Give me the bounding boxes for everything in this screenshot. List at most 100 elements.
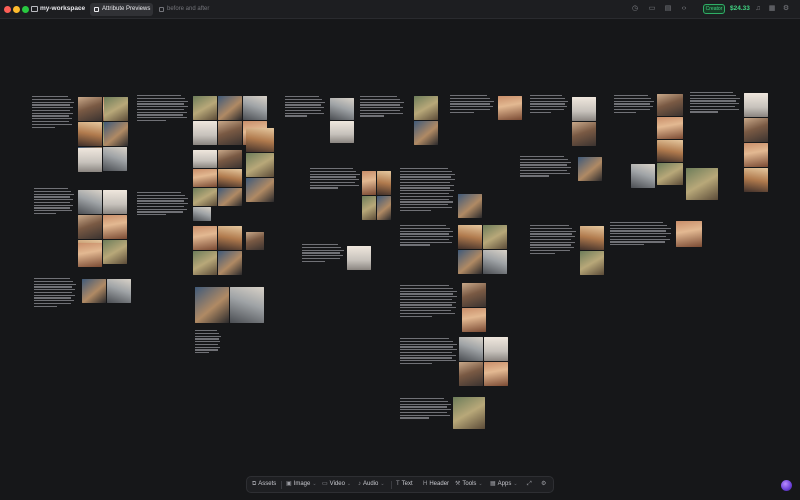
assistant-avatar[interactable]	[781, 480, 792, 491]
text-note[interactable]	[310, 168, 360, 190]
image-grid[interactable]	[330, 98, 354, 143]
generated-image[interactable]	[218, 188, 242, 206]
image-grid[interactable]	[193, 207, 211, 221]
image-grid[interactable]	[657, 94, 683, 185]
generated-image[interactable]	[103, 240, 127, 264]
text-note[interactable]	[400, 338, 458, 366]
assets-button[interactable]: ⧉ Assets	[252, 477, 276, 492]
generated-image[interactable]	[657, 117, 683, 139]
generated-image[interactable]	[578, 157, 602, 181]
generated-image[interactable]	[483, 250, 507, 274]
generated-image[interactable]	[230, 287, 264, 323]
generated-image[interactable]	[195, 287, 229, 323]
generated-image[interactable]	[414, 96, 438, 120]
generated-image[interactable]	[218, 121, 242, 145]
generated-image[interactable]	[377, 171, 391, 195]
generated-image[interactable]	[246, 178, 274, 202]
image-grid[interactable]	[104, 97, 128, 146]
generated-image[interactable]	[462, 283, 486, 307]
generated-image[interactable]	[218, 150, 242, 168]
video-button[interactable]: ▭ Video ⌄	[322, 477, 351, 492]
generated-image[interactable]	[744, 118, 768, 142]
text-note[interactable]	[137, 192, 189, 217]
generated-image[interactable]	[193, 169, 217, 187]
credits-balance[interactable]: $24.33	[730, 5, 750, 12]
window-minimize-button[interactable]	[13, 6, 20, 13]
generated-image[interactable]	[414, 121, 438, 145]
generated-image[interactable]	[104, 97, 128, 121]
apps-button[interactable]: ▦ Apps ⌄	[490, 477, 518, 492]
generated-image[interactable]	[103, 215, 127, 239]
generated-image[interactable]	[246, 232, 264, 250]
text-note[interactable]	[195, 330, 221, 355]
generated-image[interactable]	[657, 163, 683, 185]
generated-image[interactable]	[657, 140, 683, 162]
header-button[interactable]: H Header	[423, 477, 449, 492]
text-note[interactable]	[360, 96, 404, 118]
text-note[interactable]	[302, 244, 344, 263]
generated-image[interactable]	[657, 94, 683, 116]
generated-image[interactable]	[744, 168, 768, 192]
text-note[interactable]	[530, 225, 576, 256]
image-button[interactable]: ▣ Image ⌄	[286, 477, 317, 492]
image-grid[interactable]	[498, 96, 522, 120]
image-grid[interactable]	[193, 226, 242, 275]
generated-image[interactable]	[498, 96, 522, 120]
tools-button[interactable]: ⚒ Tools ⌄	[455, 477, 483, 492]
image-grid[interactable]	[362, 171, 391, 220]
generated-image[interactable]	[78, 190, 102, 214]
text-note[interactable]	[690, 92, 740, 114]
generated-image[interactable]	[193, 121, 217, 145]
plan-badge[interactable]: Creator	[703, 4, 725, 14]
image-grid[interactable]	[458, 225, 507, 274]
tab-before-and-after[interactable]: before and after	[155, 3, 211, 16]
generated-image[interactable]	[218, 96, 242, 120]
tab-attribute-previews[interactable]: Attribute Previews	[90, 3, 153, 16]
generated-image[interactable]	[193, 207, 211, 221]
generated-image[interactable]	[246, 153, 274, 177]
generated-image[interactable]	[453, 397, 485, 429]
image-grid[interactable]	[578, 157, 602, 181]
generated-image[interactable]	[484, 337, 508, 361]
generated-image[interactable]	[104, 122, 128, 146]
generated-image[interactable]	[218, 226, 242, 250]
generated-image[interactable]	[246, 128, 274, 152]
image-grid[interactable]	[458, 194, 482, 218]
generated-image[interactable]	[193, 251, 217, 275]
image-grid[interactable]	[744, 93, 768, 192]
generated-image[interactable]	[458, 250, 482, 274]
text-note[interactable]	[614, 95, 654, 114]
text-note[interactable]	[610, 222, 672, 247]
image-grid[interactable]	[453, 397, 485, 429]
generated-image[interactable]	[78, 122, 102, 146]
text-note[interactable]	[530, 95, 568, 114]
generated-image[interactable]	[580, 251, 604, 275]
generated-image[interactable]	[193, 150, 217, 168]
generated-image[interactable]	[82, 279, 106, 303]
generated-image[interactable]	[78, 215, 102, 239]
text-button[interactable]: T Text	[396, 477, 413, 492]
text-note[interactable]	[400, 225, 454, 247]
audio-button[interactable]: ♪ Audio ⌄	[358, 477, 385, 492]
image-grid[interactable]	[462, 283, 486, 332]
generated-image[interactable]	[330, 121, 354, 143]
image-grid[interactable]	[459, 337, 508, 386]
generated-image[interactable]	[572, 97, 596, 121]
generated-image[interactable]	[459, 362, 483, 386]
image-grid[interactable]	[246, 128, 274, 202]
image-grid[interactable]	[78, 243, 102, 267]
history-icon[interactable]: ◷	[630, 4, 640, 14]
generated-image[interactable]	[103, 190, 127, 214]
generated-image[interactable]	[744, 93, 768, 117]
chevron-down-icon[interactable]: ⌄	[77, 4, 82, 11]
generated-image[interactable]	[103, 147, 127, 171]
generated-image[interactable]	[347, 246, 371, 270]
infinite-canvas[interactable]	[0, 20, 800, 500]
code-icon[interactable]: ‹›	[679, 4, 689, 14]
image-grid[interactable]	[347, 246, 371, 270]
generated-image[interactable]	[218, 251, 242, 275]
image-grid[interactable]	[580, 226, 604, 275]
comment-icon[interactable]: ▭	[647, 4, 657, 14]
generated-image[interactable]	[744, 143, 768, 167]
generated-image[interactable]	[193, 226, 217, 250]
